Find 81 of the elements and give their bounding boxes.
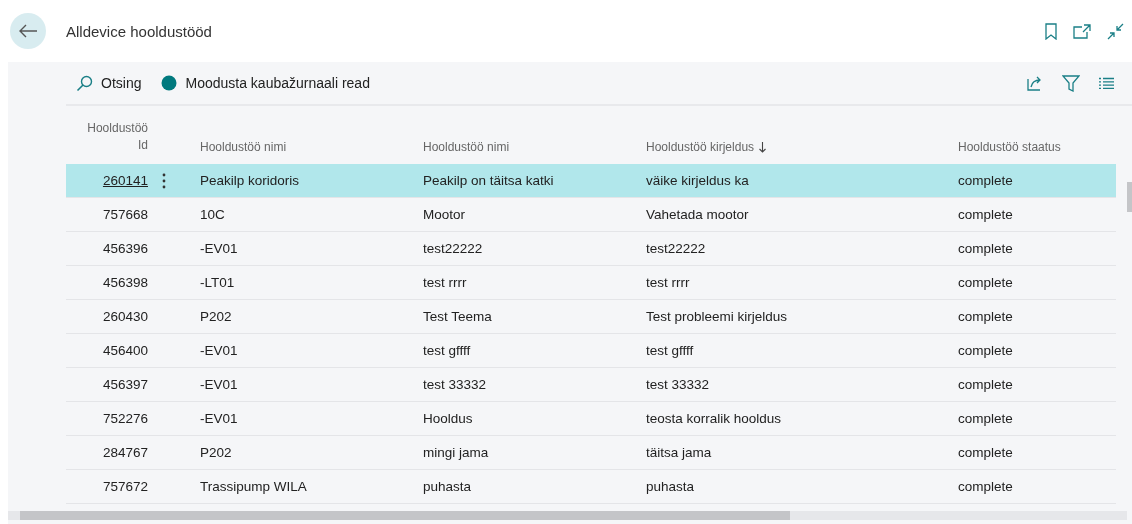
table-cell-text: P202 bbox=[199, 444, 233, 462]
table-cell-text: complete bbox=[957, 206, 1014, 224]
table-cell-text: complete bbox=[957, 376, 1014, 394]
table-cell-text: complete bbox=[957, 172, 1014, 190]
table-cell-text: test22222 bbox=[645, 240, 707, 258]
scrollbar-thumb[interactable] bbox=[20, 511, 790, 520]
table-cell-text: 10C bbox=[199, 206, 226, 224]
table-cell-text: 757672 bbox=[101, 478, 149, 496]
table-cell-text: complete bbox=[957, 444, 1014, 462]
more-options-icon[interactable] bbox=[162, 172, 166, 189]
horizontal-scrollbar[interactable] bbox=[8, 511, 1127, 520]
back-button[interactable] bbox=[10, 13, 46, 49]
table-cell-text: mingi jama bbox=[422, 444, 490, 462]
collapse-icon[interactable] bbox=[1107, 22, 1124, 40]
table-cell-text: puhasta bbox=[422, 478, 473, 496]
table-cell-text: test gffff bbox=[422, 342, 472, 360]
table-cell-text: Peakilp on täitsa katki bbox=[422, 172, 555, 190]
table-row[interactable]: 757672 Trassipump WILA puhasta puhasta complete bbox=[66, 470, 1116, 504]
table-cell-text: Peakilp koridoris bbox=[199, 172, 301, 190]
table-cell-text: 284767 bbox=[101, 444, 149, 462]
action-button[interactable]: Moodusta kaubažurnaali read bbox=[151, 67, 380, 99]
bookmark-icon[interactable] bbox=[1045, 22, 1057, 40]
table-cell-text: 752276 bbox=[101, 410, 149, 428]
search-icon bbox=[76, 74, 93, 92]
table-cell-text: -EV01 bbox=[199, 240, 239, 258]
table-cell-text: Hooldus bbox=[422, 410, 474, 428]
table-row[interactable]: 752276 -EV01 Hooldus teosta korralik hooldus complete bbox=[66, 402, 1116, 436]
table-cell-text: complete bbox=[957, 274, 1014, 292]
column-header[interactable]: Hooldustöö nimi bbox=[200, 140, 287, 154]
table-row[interactable]: 757668 10C Mootor Vahetada mootor complete bbox=[66, 198, 1116, 232]
table-cell-text: test rrrr bbox=[422, 274, 468, 292]
table-cell-text: complete bbox=[957, 478, 1014, 496]
table-cell-text: test 33332 bbox=[645, 376, 711, 394]
column-header[interactable]: Hooldustöö staatus bbox=[958, 140, 1061, 154]
circle-icon bbox=[161, 75, 178, 91]
search-button[interactable]: Otsing bbox=[66, 67, 152, 99]
table-cell-text: 456397 bbox=[101, 376, 149, 394]
table-cell-text: complete bbox=[957, 308, 1014, 326]
column-header[interactable]: Hooldustöö nimi bbox=[423, 140, 510, 154]
table-row[interactable]: 284767 P202 mingi jama täitsa jama complete bbox=[66, 436, 1116, 470]
table-cell-text: 757668 bbox=[101, 206, 149, 224]
table-cell-text: test 33332 bbox=[422, 376, 488, 394]
list-icon[interactable] bbox=[1098, 76, 1114, 90]
table-cell-text: Test probleemi kirjeldus bbox=[645, 308, 789, 326]
back-arrow-icon bbox=[18, 23, 38, 39]
table-cell-text: complete bbox=[957, 410, 1014, 428]
table-cell-text: -EV01 bbox=[199, 342, 239, 360]
table-cell-text: -EV01 bbox=[199, 376, 239, 394]
table-row[interactable]: 260430 P202 Test Teema Test probleemi kirjeldus complete bbox=[66, 300, 1116, 334]
table-cell-text: test rrrr bbox=[645, 274, 691, 292]
table-cell-text: P202 bbox=[199, 308, 233, 326]
table-cell-text: teosta korralik hooldus bbox=[645, 410, 783, 428]
table-cell-text: väike kirjeldus ka bbox=[645, 172, 750, 190]
table-cell-text: puhasta bbox=[645, 478, 696, 496]
table-cell-text: complete bbox=[957, 240, 1014, 258]
table-cell-text: täitsa jama bbox=[645, 444, 713, 462]
vertical-scrollbar-thumb[interactable] bbox=[1127, 182, 1132, 212]
table-cell-text: test gffff bbox=[645, 342, 695, 360]
table-row[interactable]: 456396 -EV01 test22222 test22222 complete bbox=[66, 232, 1116, 266]
page-title: Alldevice hooldustööd bbox=[66, 22, 213, 40]
table-row[interactable]: 456397 -EV01 test 33332 test 33332 complete bbox=[66, 368, 1116, 402]
pop-out-icon[interactable] bbox=[1073, 23, 1091, 39]
table-cell-text: Trassipump WILA bbox=[199, 478, 308, 496]
table-row[interactable]: 456400 -EV01 test gffff test gffff complete bbox=[66, 334, 1116, 368]
table-cell-text: -EV01 bbox=[199, 410, 239, 428]
filter-icon[interactable] bbox=[1062, 74, 1080, 92]
table-cell-text: -LT01 bbox=[199, 274, 236, 292]
table-cell-text: Vahetada mootor bbox=[645, 206, 750, 224]
table-cell-text: Mootor bbox=[422, 206, 467, 224]
table-cell-text: test22222 bbox=[422, 240, 484, 258]
table-row[interactable]: 456398 -LT01 test rrrr test rrrr complete bbox=[66, 266, 1116, 300]
column-header[interactable]: Hooldustöö Id bbox=[78, 120, 148, 154]
table-cell-text: 456396 bbox=[101, 240, 149, 258]
column-header[interactable]: Hooldustöö kirjeldus bbox=[646, 140, 767, 154]
table-cell-text: Test Teema bbox=[422, 308, 493, 326]
table-cell-text: 260430 bbox=[101, 308, 149, 326]
record-link[interactable]: 260141 bbox=[102, 173, 148, 188]
table-row[interactable]: 260141 Peakilp koridoris Peakilp on täitsa katki väike kirjeldus ka complete bbox=[66, 164, 1116, 198]
table-cell-text: 456400 bbox=[101, 342, 149, 360]
table-cell-text: 456398 bbox=[101, 274, 149, 292]
table-cell-text: complete bbox=[957, 342, 1014, 360]
